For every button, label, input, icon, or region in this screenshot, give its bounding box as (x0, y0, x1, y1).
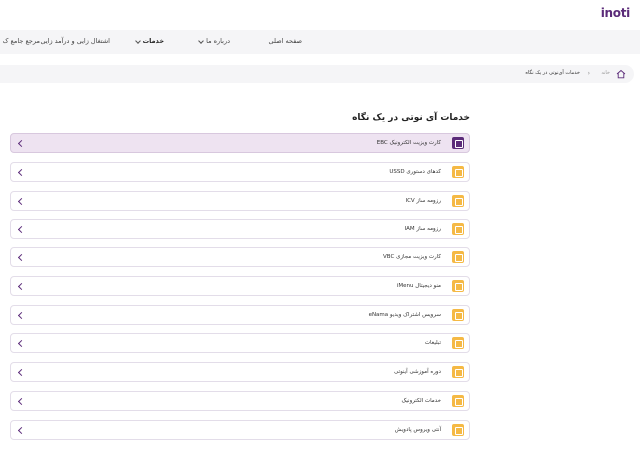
qr-code-icon (452, 251, 464, 263)
laptop-icon (452, 366, 464, 378)
service-item-vbc[interactable]: کارت ویزیت مجازی VBC (10, 247, 470, 267)
chevron-left-icon (17, 397, 26, 406)
service-item-enama[interactable]: سرویس اشتراک ویدیو eNama (10, 305, 470, 325)
service-label: کدهای دستوری USSD (389, 169, 441, 175)
nav-item-employment[interactable]: اشتغال زایی و درآمد زایی (40, 37, 110, 45)
food-cloche-icon (452, 280, 464, 292)
chevron-left-icon (17, 168, 26, 177)
service-label: کارت ویزیت الکترونیک EBC (376, 140, 441, 146)
phone-icon (452, 166, 464, 178)
chevron-left-icon (17, 197, 26, 206)
service-label: رزومه ساز IAM (404, 226, 441, 232)
service-item-antivirus[interactable]: آنتی ویروس پادویش (10, 420, 470, 440)
profile-document-icon (452, 223, 464, 235)
chevron-left-icon (17, 282, 26, 291)
page-title: خدمات آی نوتی در یک نگاه (352, 113, 470, 123)
breadcrumb-current: خدمات آی‌نوتی در یک نگاه (525, 70, 580, 76)
service-label: سرویس اشتراک ویدیو eNama (368, 312, 441, 318)
breadcrumb-separator: › (587, 70, 590, 77)
service-label: دوره آموزشی آینوتی (394, 369, 441, 375)
service-label: خدمات الکترونیک (401, 398, 441, 404)
service-label: تبلیغات (424, 340, 441, 346)
megaphone-icon (452, 337, 464, 349)
service-item-iam[interactable]: رزومه ساز IAM (10, 219, 470, 239)
chevron-down-icon (134, 37, 141, 44)
service-item-eservices[interactable]: خدمات الکترونیک (10, 391, 470, 411)
chevron-left-icon (17, 225, 26, 234)
shield-icon (452, 424, 464, 436)
breadcrumb-home[interactable]: خانه (601, 70, 610, 76)
service-label: رزومه ساز ICV (405, 198, 441, 204)
chevron-left-icon (17, 139, 26, 148)
tablet-icon (452, 395, 464, 407)
service-item-ads[interactable]: تبلیغات (10, 333, 470, 353)
nav-item-about[interactable]: درباره ما (198, 37, 230, 45)
id-card-icon (452, 137, 464, 149)
service-item-course[interactable]: دوره آموزشی آینوتی (10, 362, 470, 382)
brand-logo[interactable]: inoti (601, 6, 631, 20)
chevron-left-icon (17, 339, 26, 348)
chevron-left-icon (17, 311, 26, 320)
nav-label-services: خدمات (142, 37, 164, 45)
nav-item-home[interactable]: صفحه اصلی (269, 37, 302, 45)
service-item-ebc[interactable]: کارت ویزیت الکترونیک EBC (10, 133, 470, 153)
breadcrumb: خانه › خدمات آی‌نوتی در یک نگاه (0, 65, 634, 83)
chevron-left-icon (17, 426, 26, 435)
nav-label-about: درباره ما (206, 37, 230, 45)
chevron-left-icon (17, 368, 26, 377)
document-icon (452, 195, 464, 207)
service-label: آنتی ویروس پادویش (394, 427, 441, 433)
service-label: منو دیجیتال iMenu (396, 283, 441, 289)
chevron-down-icon (198, 37, 204, 44)
main-navigation: صفحه اصلی درباره ما خدمات اشتغال زایی و … (0, 30, 640, 54)
home-icon[interactable] (616, 69, 626, 79)
nav-item-services[interactable]: خدمات (134, 37, 164, 45)
service-item-imenu[interactable]: منو دیجیتال iMenu (10, 276, 470, 296)
video-icon (452, 309, 464, 321)
chevron-left-icon (17, 253, 26, 262)
service-item-icv[interactable]: رزومه ساز ICV (10, 191, 470, 211)
service-label: کارت ویزیت مجازی VBC (383, 254, 441, 260)
service-item-ussd[interactable]: کدهای دستوری USSD (10, 162, 470, 182)
nav-item-reference[interactable]: مرجع جامع ک (3, 37, 40, 45)
